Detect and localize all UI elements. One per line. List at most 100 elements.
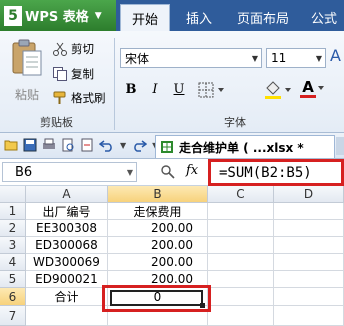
- row-header[interactable]: 4: [0, 254, 26, 271]
- chevron-down-icon[interactable]: ▼: [127, 168, 133, 177]
- cell-d4[interactable]: [274, 254, 344, 271]
- app-name: WPS 表格: [25, 10, 89, 25]
- cell-a4[interactable]: WD300069: [26, 254, 108, 271]
- format-painter-icon: [53, 91, 66, 104]
- fill-handle[interactable]: [200, 303, 205, 308]
- fill-color-button[interactable]: [264, 80, 294, 103]
- cell-d5[interactable]: [274, 271, 344, 288]
- cell-d7[interactable]: [274, 306, 344, 326]
- insert-function-icon[interactable]: fx: [186, 163, 198, 178]
- row-header[interactable]: 3: [0, 237, 26, 254]
- copy-button[interactable]: 复制: [52, 65, 94, 83]
- row-header[interactable]: 5: [0, 271, 26, 288]
- cell-d2[interactable]: [274, 220, 344, 237]
- cut-label: 剪切: [71, 42, 94, 56]
- font-color-button[interactable]: A: [300, 79, 326, 98]
- chevron-down-icon: ▼: [251, 53, 259, 63]
- name-box-value: B6: [15, 164, 33, 180]
- paste-button[interactable]: 粘贴: [6, 38, 48, 108]
- cell-b3[interactable]: 200.00: [108, 237, 208, 254]
- undo-icon[interactable]: [99, 138, 115, 152]
- borders-icon: [198, 82, 224, 98]
- cell-b4[interactable]: 200.00: [108, 254, 208, 271]
- redo-icon[interactable]: [131, 138, 148, 152]
- clipboard-group-label: 剪贴板: [40, 116, 73, 129]
- tab-formulas[interactable]: 公式: [304, 4, 344, 31]
- print-icon[interactable]: [42, 138, 56, 152]
- active-cell-cursor: [110, 290, 203, 306]
- column-header-c[interactable]: C: [208, 186, 274, 203]
- scissors-icon: [53, 42, 67, 56]
- cell-b1[interactable]: 走保费用: [108, 203, 208, 220]
- font-color-icon: A: [300, 79, 316, 98]
- chevron-down-icon[interactable]: ▼: [120, 141, 126, 150]
- borders-button[interactable]: [198, 82, 228, 101]
- document-tab[interactable]: 走合维护单 ( ...xlsx *: [155, 135, 335, 158]
- chevron-down-icon: ▼: [94, 10, 102, 21]
- formula-text: =SUM(B2:B5): [219, 164, 312, 181]
- increase-font-size-icon[interactable]: A: [330, 46, 341, 65]
- folder-icon[interactable]: [4, 138, 18, 152]
- zoom-icon[interactable]: [160, 164, 176, 183]
- ribbon-separator: [114, 38, 115, 130]
- document-tab-title: 走合维护单 ( ...xlsx *: [179, 140, 304, 155]
- fill-bucket-icon: [265, 81, 291, 99]
- wps-logo-icon: 5: [4, 5, 22, 26]
- export-icon[interactable]: [80, 138, 94, 152]
- copy-icon: [53, 67, 67, 81]
- paste-icon: [12, 39, 42, 76]
- quick-access-buttons: ▼ ▼: [4, 138, 165, 152]
- row-header[interactable]: 2: [0, 220, 26, 237]
- cell-a7[interactable]: [26, 306, 108, 326]
- tab-scroll-button[interactable]: [336, 137, 344, 155]
- cell-a6[interactable]: 合计: [26, 288, 108, 306]
- paste-label: 粘贴: [14, 88, 39, 102]
- spreadsheet-file-icon: [161, 141, 173, 153]
- italic-button[interactable]: I: [146, 80, 164, 98]
- column-header-b[interactable]: B: [108, 186, 208, 203]
- chevron-down-icon: [318, 86, 324, 90]
- cell-c5[interactable]: [208, 271, 274, 288]
- select-all-corner[interactable]: [0, 186, 26, 203]
- tab-page-layout-label: 页面布局: [236, 12, 289, 27]
- tab-insert-label: 插入: [185, 12, 212, 27]
- row-header[interactable]: 7: [0, 306, 26, 326]
- cell-b2[interactable]: 200.00: [108, 220, 208, 237]
- column-header-a[interactable]: A: [26, 186, 108, 203]
- chevron-down-icon: ▼: [315, 53, 323, 63]
- tab-home[interactable]: 开始: [120, 4, 170, 31]
- font-group-label: 字体: [224, 116, 246, 129]
- font-name-select[interactable]: 宋体 ▼: [120, 48, 262, 68]
- font-size-select[interactable]: 11 ▼: [266, 48, 326, 68]
- bold-button[interactable]: B: [122, 80, 140, 98]
- row-header[interactable]: 1: [0, 203, 26, 220]
- name-box[interactable]: B6 ▼: [2, 162, 137, 182]
- cell-a2[interactable]: EE300308: [26, 220, 108, 237]
- cell-a5[interactable]: ED900021: [26, 271, 108, 288]
- cell-c7[interactable]: [208, 306, 274, 326]
- tab-page-layout[interactable]: 页面布局: [228, 4, 298, 31]
- cell-a3[interactable]: ED300068: [26, 237, 108, 254]
- cell-a1[interactable]: 出厂编号: [26, 203, 108, 220]
- font-name-value: 宋体: [125, 51, 150, 66]
- cell-c1[interactable]: [208, 203, 274, 220]
- app-menu-button[interactable]: 5 WPS 表格 ▼: [0, 0, 116, 31]
- cell-c3[interactable]: [208, 237, 274, 254]
- row-header[interactable]: 6: [0, 288, 26, 306]
- cut-button[interactable]: 剪切: [52, 40, 94, 58]
- tab-insert[interactable]: 插入: [176, 4, 222, 31]
- cell-c4[interactable]: [208, 254, 274, 271]
- save-icon[interactable]: [23, 138, 37, 152]
- copy-label: 复制: [71, 67, 94, 81]
- print-preview-icon[interactable]: [61, 138, 75, 152]
- cell-d6[interactable]: [274, 288, 344, 306]
- column-header-d[interactable]: D: [274, 186, 344, 203]
- cell-c6[interactable]: [208, 288, 274, 306]
- cell-d1[interactable]: [274, 203, 344, 220]
- cell-c2[interactable]: [208, 220, 274, 237]
- format-painter-button[interactable]: 格式刷: [52, 89, 106, 107]
- cell-d3[interactable]: [274, 237, 344, 254]
- underline-button[interactable]: U: [170, 80, 188, 98]
- formula-input[interactable]: =SUM(B2:B5): [208, 159, 344, 186]
- tab-home-label: 开始: [131, 12, 158, 28]
